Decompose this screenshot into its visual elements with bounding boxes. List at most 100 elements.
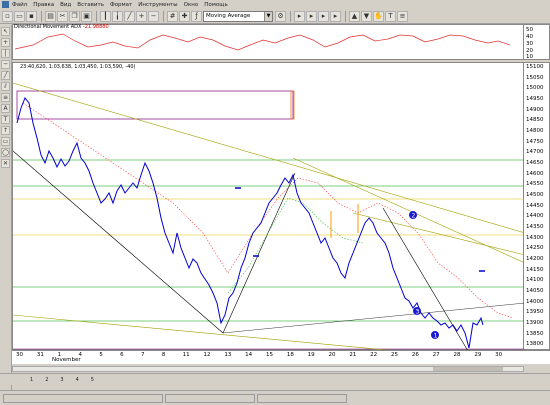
trendline-black bbox=[222, 172, 296, 334]
menu-tools[interactable]: Инструменты bbox=[138, 2, 177, 8]
menu-format[interactable]: Формат bbox=[110, 2, 132, 8]
time-label: 29 bbox=[474, 352, 482, 358]
time-label: 5 bbox=[99, 352, 103, 358]
tab-1[interactable]: 1 bbox=[30, 377, 33, 383]
channel-icon[interactable]: ⫽ bbox=[1, 82, 10, 91]
fibonacci-icon[interactable]: ≡ bbox=[1, 93, 10, 102]
time-label: 25 bbox=[391, 352, 398, 358]
arrow-tool-icon[interactable]: ↑ bbox=[1, 126, 10, 135]
toolbar-separator bbox=[290, 10, 291, 22]
price-label: 14750 bbox=[526, 138, 544, 145]
delete-tool-icon[interactable]: ✕ bbox=[1, 159, 10, 168]
price-label: 13950 bbox=[526, 309, 544, 316]
menu-insert[interactable]: Вставить bbox=[77, 2, 104, 8]
print-icon[interactable]: ▤ bbox=[45, 10, 56, 22]
price-label: 14550 bbox=[526, 181, 544, 188]
period-h1-icon[interactable]: ▸ bbox=[318, 10, 329, 22]
menu-file[interactable]: Файл bbox=[12, 2, 27, 8]
tab-2[interactable]: 2 bbox=[45, 377, 48, 383]
horizontal-line-icon[interactable]: ─ bbox=[1, 60, 10, 69]
copy-icon[interactable]: ❐ bbox=[69, 10, 80, 22]
time-label: 19 bbox=[307, 352, 315, 358]
price-chart-panel: 1 2 3 bbox=[12, 62, 526, 364]
price-label: 15050 bbox=[526, 74, 544, 81]
horizontal-scrollbar[interactable] bbox=[12, 366, 524, 372]
time-label: 15 bbox=[266, 352, 273, 358]
wave-label-3: 3 bbox=[416, 309, 420, 316]
tab-3[interactable]: 3 bbox=[60, 377, 63, 383]
trendline-icon[interactable]: ╱ bbox=[1, 71, 10, 80]
arrow-down-icon[interactable]: ▼ bbox=[361, 10, 372, 22]
save-icon[interactable]: ▪ bbox=[26, 10, 37, 22]
time-label: 26 bbox=[411, 352, 419, 358]
zoom-in-icon[interactable]: + bbox=[136, 10, 147, 22]
arrow-up-icon[interactable]: ▲ bbox=[349, 10, 360, 22]
crosshair-tool-icon[interactable]: + bbox=[1, 38, 10, 47]
bar-chart-icon[interactable]: ┃ bbox=[100, 10, 111, 22]
adx-line bbox=[14, 33, 511, 51]
period-m5-icon[interactable]: ▸ bbox=[306, 10, 317, 22]
app-icon bbox=[2, 1, 9, 8]
time-label: 6 bbox=[120, 352, 124, 358]
time-label: 7 bbox=[141, 352, 145, 358]
grid-icon[interactable]: # bbox=[167, 10, 178, 22]
time-label: 31 bbox=[36, 352, 44, 358]
chevron-down-icon[interactable]: ▼ bbox=[264, 11, 272, 21]
new-icon[interactable]: ▫ bbox=[2, 10, 13, 22]
period-d1-icon[interactable]: ▸ bbox=[330, 10, 341, 22]
time-label: 14 bbox=[245, 352, 253, 358]
menu-view[interactable]: Вид bbox=[60, 2, 71, 8]
price-label: 14050 bbox=[526, 288, 544, 294]
trendline-black bbox=[222, 302, 526, 334]
price-label: 14700 bbox=[526, 149, 544, 156]
label-tool-icon[interactable]: T bbox=[1, 115, 10, 124]
price-label: 14650 bbox=[526, 160, 544, 166]
tab-5[interactable]: 5 bbox=[91, 377, 94, 383]
status-cell bbox=[3, 393, 163, 403]
settings-icon[interactable]: ⚙ bbox=[275, 10, 286, 22]
indicator-select-value: Moving Average bbox=[206, 12, 251, 19]
price-label: 13800 bbox=[526, 341, 544, 348]
hand-icon[interactable]: ✋ bbox=[373, 10, 384, 22]
crosshair-icon[interactable]: ✚ bbox=[179, 10, 190, 22]
text-icon[interactable]: T bbox=[385, 10, 396, 22]
price-label: 14200 bbox=[526, 256, 544, 262]
time-label: 13 bbox=[224, 352, 232, 358]
ellipse-tool-icon[interactable]: ◯ bbox=[1, 148, 10, 157]
price-label: 13850 bbox=[526, 330, 544, 337]
text-tool-icon[interactable]: A bbox=[1, 104, 10, 113]
vertical-line-icon[interactable]: │ bbox=[1, 49, 10, 58]
time-label: 21 bbox=[349, 352, 357, 358]
cursor-icon[interactable]: ↖ bbox=[1, 27, 10, 36]
open-icon[interactable]: ▭ bbox=[14, 10, 25, 22]
menu-edit[interactable]: Правка bbox=[33, 2, 54, 8]
line-chart-icon[interactable]: ╱ bbox=[124, 10, 135, 22]
price-scale: 15100 15050 15000 14950 14900 14850 14800 14750… bbox=[524, 62, 550, 350]
bottom-tabs: 1 2 3 4 5 bbox=[0, 373, 550, 385]
indicator-icon[interactable]: ƒ bbox=[191, 10, 202, 22]
cut-icon[interactable]: ✂ bbox=[57, 10, 68, 22]
osc-scale-label: 50 bbox=[526, 27, 533, 33]
candle-icon[interactable]: ╽ bbox=[112, 10, 123, 22]
drawing-toolbar: ↖ + │ ─ ╱ ⫽ ≡ A T ↑ ▭ ◯ ✕ bbox=[0, 25, 12, 395]
zoom-out-icon[interactable]: − bbox=[148, 10, 159, 22]
moving-average-red bbox=[22, 102, 514, 319]
scrollbar-thumb[interactable] bbox=[433, 367, 503, 371]
rectangle-tool-icon[interactable]: ▭ bbox=[1, 137, 10, 146]
period-m1-icon[interactable]: ▸ bbox=[294, 10, 305, 22]
menu-window[interactable]: Окно bbox=[184, 2, 199, 8]
indicator-select[interactable]: Moving Average ▼ bbox=[203, 10, 273, 22]
main-toolbar: ▫ ▭ ▪ ▤ ✂ ❐ ▣ ┃ ╽ ╱ + − # ✚ ƒ Moving Ave… bbox=[0, 9, 550, 24]
price-label: 14250 bbox=[526, 245, 544, 252]
menu-help[interactable]: Помощь bbox=[204, 2, 227, 8]
paste-icon[interactable]: ▣ bbox=[81, 10, 92, 22]
fibo-icon[interactable]: ≡ bbox=[397, 10, 408, 22]
price-label: 14100 bbox=[526, 277, 544, 284]
price-label: 14900 bbox=[526, 106, 544, 113]
price-label: 15000 bbox=[526, 85, 544, 92]
tab-4[interactable]: 4 bbox=[76, 377, 79, 383]
toolbar-separator bbox=[163, 10, 164, 22]
price-label: 14500 bbox=[526, 192, 544, 198]
time-label: 11 bbox=[182, 352, 190, 358]
menu-bar: Файл Правка Вид Вставить Формат Инструме… bbox=[0, 0, 550, 9]
